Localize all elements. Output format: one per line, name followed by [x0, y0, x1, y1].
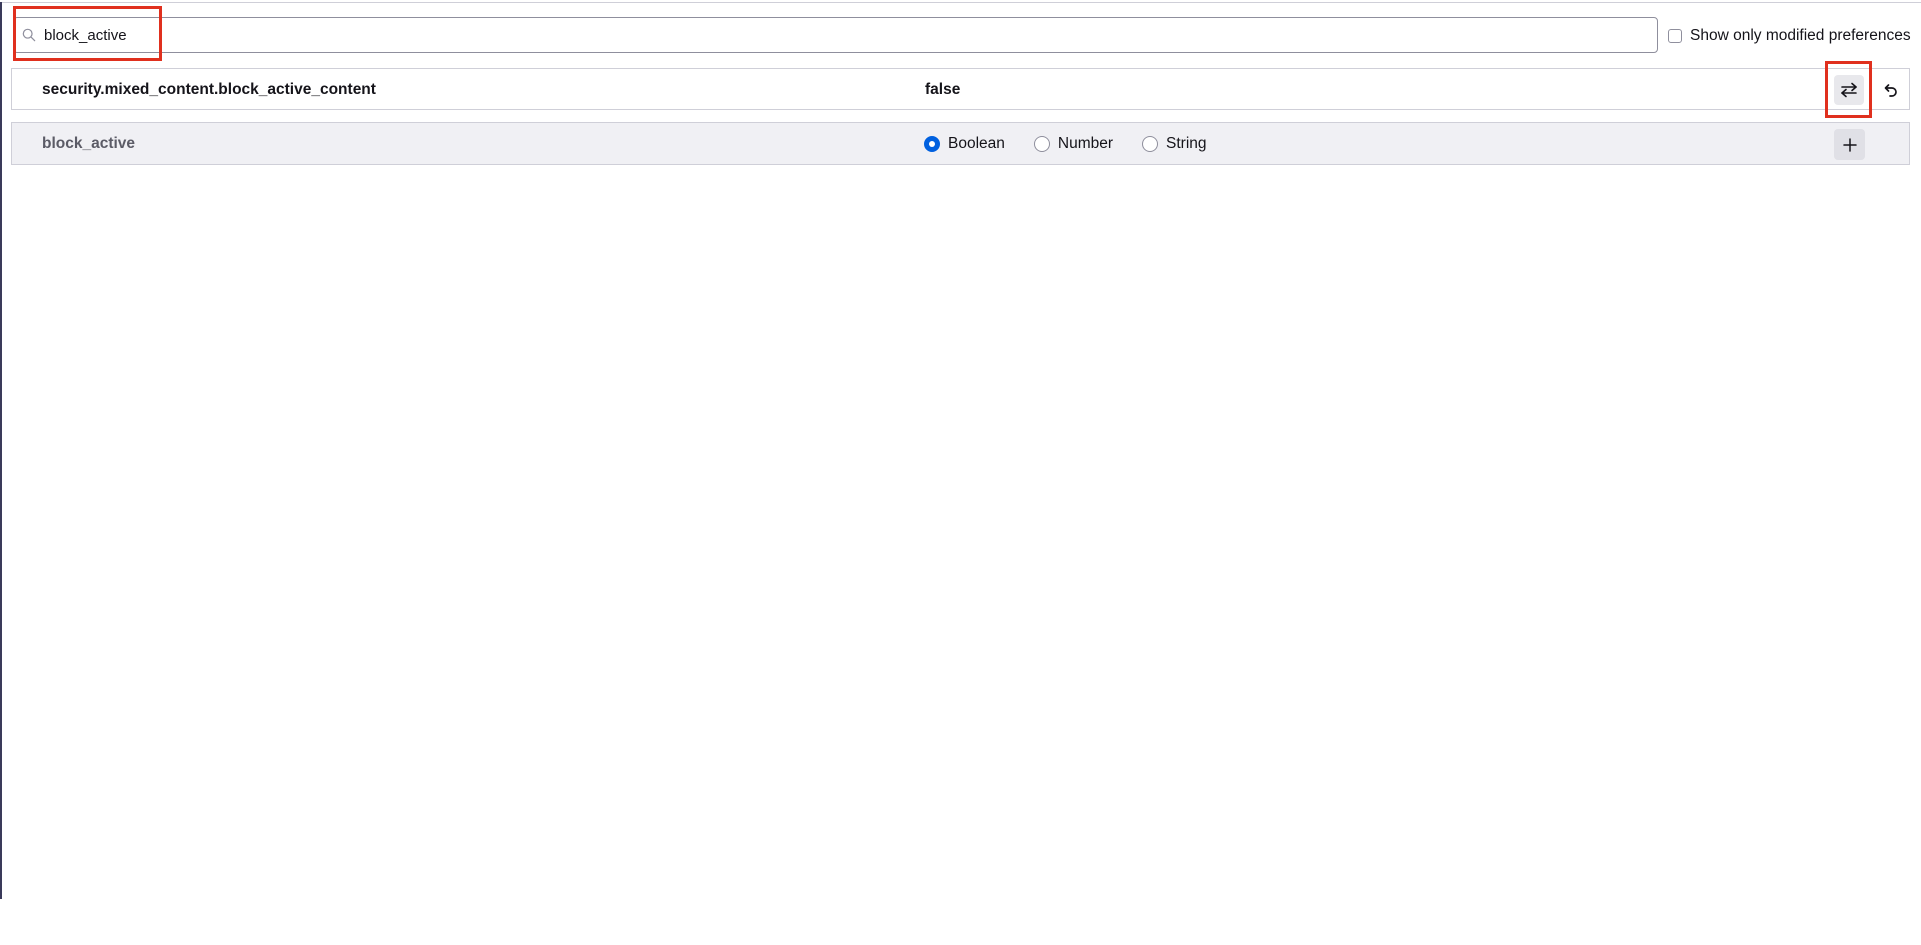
about-config-page: Show only modified preferences security.…	[0, 0, 1921, 945]
undo-icon	[1884, 84, 1897, 97]
type-radio-group: Boolean Number String	[924, 134, 1236, 154]
show-modified-label[interactable]: Show only modified preferences	[1690, 27, 1911, 45]
pref-value[interactable]: false	[925, 81, 960, 99]
window-top-border	[0, 2, 1921, 3]
reset-button[interactable]	[1875, 75, 1905, 105]
add-button[interactable]	[1834, 129, 1865, 160]
search-input[interactable]	[44, 18, 1644, 52]
window-left-border	[0, 2, 2, 900]
type-label-string[interactable]: String	[1166, 135, 1207, 153]
search-icon	[22, 28, 36, 42]
pref-name: security.mixed_content.block_active_cont…	[42, 81, 376, 98]
search-box[interactable]	[13, 17, 1658, 53]
new-pref-name: block_active	[42, 135, 136, 152]
radio-number[interactable]	[1033, 136, 1050, 152]
plus-icon	[1842, 137, 1857, 152]
type-label-boolean[interactable]: Boolean	[948, 135, 1005, 153]
radio-string[interactable]	[1142, 136, 1159, 152]
pref-row[interactable]: security.mixed_content.block_active_cont…	[11, 68, 1910, 110]
show-modified-checkbox[interactable]	[1668, 29, 1682, 43]
type-option-string[interactable]: String	[1142, 135, 1207, 153]
type-label-number[interactable]: Number	[1058, 135, 1113, 153]
window-bottom-strip	[0, 899, 1921, 945]
show-modified-toggle[interactable]: Show only modified preferences	[1668, 27, 1911, 45]
type-option-boolean[interactable]: Boolean	[924, 135, 1005, 153]
radio-boolean[interactable]	[924, 136, 940, 152]
add-pref-row: block_active Boolean Number String	[11, 122, 1910, 165]
toggle-arrows-icon	[1841, 82, 1857, 98]
toggle-button[interactable]	[1834, 75, 1864, 105]
type-option-number[interactable]: Number	[1033, 135, 1113, 153]
